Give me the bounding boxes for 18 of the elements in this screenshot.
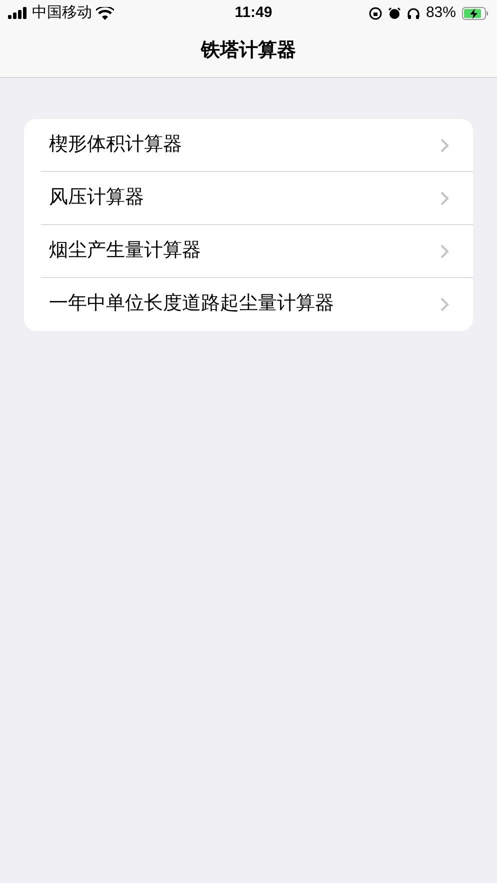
calculator-list-item[interactable]: 楔形体积计算器 (41, 119, 473, 172)
navigation-title: 铁塔计算器 (201, 39, 296, 64)
clock-time: 11:49 (234, 2, 272, 23)
chevron-right-icon (440, 138, 449, 152)
headphones-icon (406, 6, 420, 20)
calculator-list-item[interactable]: 烟尘产生量计算器 (41, 225, 473, 278)
wifi-icon (96, 6, 114, 20)
carrier-name: 中国移动 (32, 2, 92, 23)
battery-charging-icon (462, 6, 489, 20)
signal-icon (8, 7, 28, 19)
chevron-right-icon (440, 190, 449, 206)
calculator-list-item[interactable]: 风压计算器 (41, 172, 473, 225)
battery-percentage: 83% (426, 2, 456, 23)
chevron-right-icon (440, 244, 449, 258)
calculator-list-item[interactable]: 一年中单位长度道路起尘量计算器 (41, 278, 473, 331)
rotation-lock-icon (368, 6, 382, 20)
chevron-right-icon (440, 297, 449, 312)
alarm-clock-icon (388, 6, 401, 20)
